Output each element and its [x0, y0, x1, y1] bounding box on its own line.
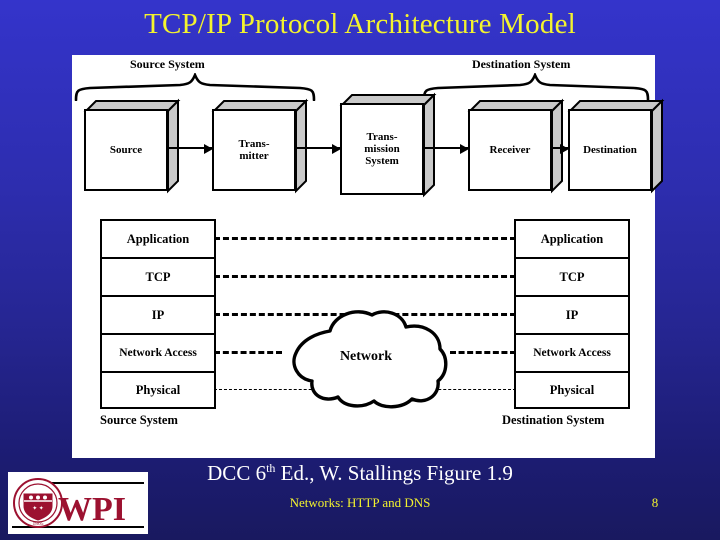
network-cloud-label: Network [339, 349, 393, 364]
destination-system-caption-top: Destination System [472, 57, 571, 71]
box-destination: Destination [567, 98, 665, 194]
source-protocol-stack: Application TCP IP Network Access Physic… [100, 219, 216, 409]
box-destination-label: Destination [583, 143, 637, 156]
credit-prefix: DCC 6 [207, 461, 267, 485]
destination-system-caption-bottom: Destination System [502, 413, 605, 427]
box-transmitter: Trans- mitter [211, 98, 309, 194]
stack-layer-ip: IP [516, 297, 628, 335]
box-source: Source [83, 98, 181, 194]
dash-application [214, 237, 516, 240]
dash-tcp [214, 275, 516, 278]
box-transmission-system-label-line2: mission [364, 142, 400, 155]
box-transmitter-label-line2: mitter [239, 150, 269, 162]
stack-layer-tcp: TCP [516, 259, 628, 297]
box-transmission-system: Trans- mission System [339, 92, 437, 198]
wpi-wordmark: WPI [58, 491, 126, 528]
figure-panel: Source System Destination System Source [72, 55, 665, 458]
stack-layer-application: Application [102, 221, 214, 259]
source-system-brace [74, 73, 316, 101]
source-system-caption-top: Source System [130, 57, 205, 71]
arrow-transmission-to-receiver [424, 144, 469, 154]
stack-layer-tcp: TCP [102, 259, 214, 297]
wpi-logo: ✦ ✦ 1865 WPI [8, 472, 148, 534]
arrow-transmitter-to-transmission [296, 144, 341, 154]
page-title: TCP/IP Protocol Architecture Model [144, 8, 576, 40]
stack-layer-physical: Physical [549, 382, 595, 397]
stack-layer-network-access: Network Access [102, 335, 214, 373]
box-transmitter-label-line1: Trans- [238, 137, 270, 150]
destination-protocol-stack: Application TCP IP Network Access Physic… [514, 219, 630, 409]
credit-suffix: Ed., W. Stallings Figure 1.9 [275, 461, 513, 485]
box-transmission-system-label-line3: System [365, 155, 399, 168]
box-receiver-label: Receiver [489, 143, 531, 156]
stack-layer-application: Application [516, 221, 628, 259]
destination-system-brace [422, 73, 650, 101]
arrow-receiver-to-destination [552, 144, 569, 154]
stack-layer-network-access: Network Access [516, 335, 628, 373]
box-receiver: Receiver [467, 98, 565, 194]
seal-year-label: 1865 [33, 521, 44, 527]
slide-canvas: TCP/IP Protocol Architecture Model Sourc… [0, 0, 720, 540]
source-system-caption-bottom: Source System [100, 413, 178, 427]
arrow-source-to-transmitter [168, 144, 213, 154]
stack-layer-physical: Physical [135, 382, 181, 397]
stack-layer-ip: IP [102, 297, 214, 335]
box-source-label: Source [109, 143, 143, 156]
seal-shield-glyphs: ✦ ✦ [32, 505, 44, 512]
page-number: 8 [651, 495, 659, 510]
box-transmission-system-label-line1: Trans- [366, 130, 398, 143]
